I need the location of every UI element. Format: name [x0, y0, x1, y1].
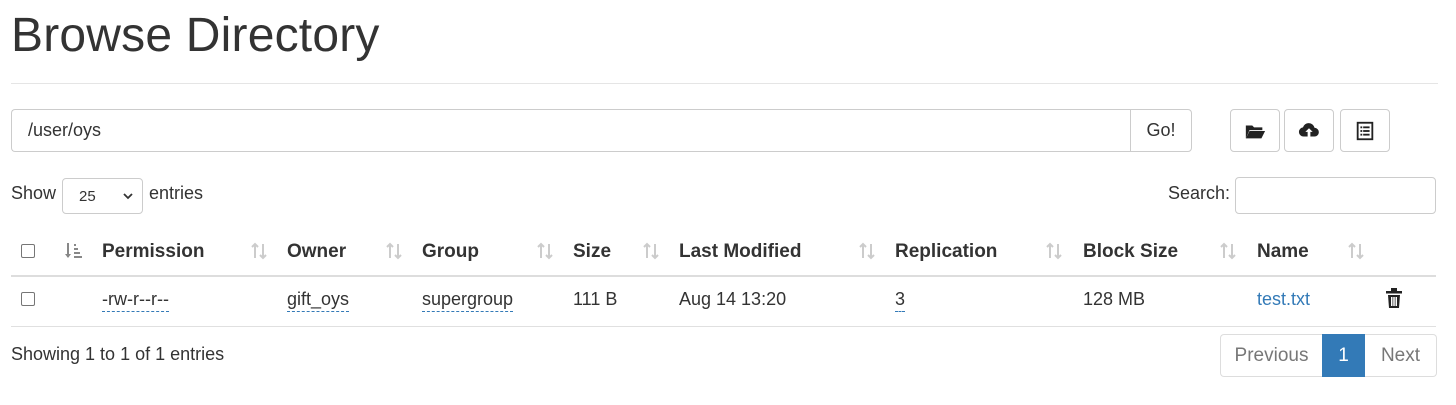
- sort-both-icon[interactable]: [642, 240, 660, 262]
- sort-both-icon[interactable]: [536, 240, 554, 262]
- column-header-last-modified[interactable]: Last Modified: [679, 241, 801, 263]
- search-label: Search:: [1168, 183, 1231, 203]
- chevron-down-icon: [123, 193, 133, 200]
- page-1-button[interactable]: 1: [1322, 334, 1365, 377]
- entries-label: entries: [149, 183, 204, 203]
- title-divider: [11, 83, 1438, 84]
- cut-paste-button[interactable]: [1340, 109, 1390, 152]
- show-label: Show: [11, 183, 57, 203]
- column-header-replication[interactable]: Replication: [895, 241, 997, 263]
- table-header-divider: [11, 275, 1436, 277]
- list-icon: [1356, 121, 1374, 140]
- entries-per-page-select[interactable]: 25: [62, 178, 143, 214]
- block-size-cell: 128 MB: [1083, 289, 1146, 309]
- sort-both-icon[interactable]: [1219, 240, 1237, 262]
- upload-button[interactable]: [1284, 109, 1334, 152]
- row-select-checkbox[interactable]: [21, 292, 35, 306]
- column-header-size[interactable]: Size: [573, 241, 611, 263]
- sort-both-icon[interactable]: [250, 240, 268, 262]
- column-header-permission[interactable]: Permission: [102, 241, 204, 263]
- create-directory-button[interactable]: [1230, 109, 1280, 152]
- owner-cell[interactable]: gift_oys: [287, 289, 350, 312]
- sort-amount-down-icon[interactable]: [64, 240, 82, 262]
- pagination: Previous 1 Next: [1220, 334, 1437, 377]
- column-header-owner[interactable]: Owner: [287, 241, 346, 263]
- folder-open-icon: [1245, 125, 1266, 138]
- sort-both-icon[interactable]: [858, 240, 876, 262]
- column-header-name[interactable]: Name: [1257, 241, 1309, 263]
- previous-page-button[interactable]: Previous: [1220, 334, 1322, 377]
- row-divider: [11, 326, 1436, 327]
- sort-both-icon[interactable]: [1347, 240, 1365, 262]
- sort-both-icon[interactable]: [385, 240, 403, 262]
- entries-selected-value: 25: [79, 187, 96, 205]
- replication-cell[interactable]: 3: [895, 289, 906, 312]
- select-all-checkbox[interactable]: [21, 244, 35, 258]
- cloud-upload-icon: [1298, 122, 1319, 136]
- path-bar: Go!: [11, 109, 1192, 152]
- trash-icon[interactable]: [1385, 287, 1403, 309]
- permission-cell[interactable]: -rw-r--r--: [102, 289, 169, 312]
- last-modified-cell: Aug 14 13:20: [679, 289, 787, 309]
- sort-both-icon[interactable]: [1045, 240, 1063, 262]
- table-info: Showing 1 to 1 of 1 entries: [11, 344, 225, 364]
- page-title: Browse Directory: [11, 9, 380, 62]
- file-name-link[interactable]: test.txt: [1257, 289, 1310, 310]
- search-input[interactable]: [1235, 177, 1436, 214]
- path-input[interactable]: [11, 109, 1130, 152]
- go-button[interactable]: Go!: [1130, 109, 1192, 152]
- group-cell[interactable]: supergroup: [422, 289, 514, 312]
- next-page-button[interactable]: Next: [1365, 334, 1437, 377]
- column-header-block-size[interactable]: Block Size: [1083, 241, 1178, 263]
- size-cell: 111 B: [573, 289, 618, 309]
- column-header-group[interactable]: Group: [422, 241, 479, 263]
